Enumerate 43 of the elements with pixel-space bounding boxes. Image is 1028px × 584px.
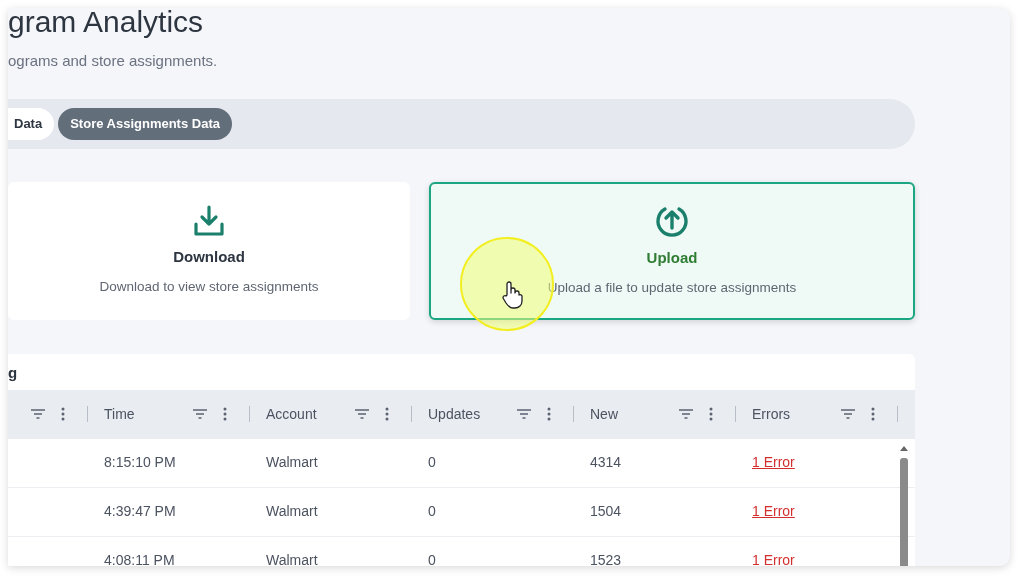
tab[interactable]: Store Assignments Data	[58, 107, 232, 140]
error-link[interactable]: 1 Error	[752, 454, 795, 470]
card-title: Upload	[646, 248, 698, 269]
more-icon[interactable]	[223, 407, 227, 421]
more-icon[interactable]	[871, 407, 875, 421]
card-description: Download to view store assignments	[99, 277, 319, 296]
filter-icon[interactable]	[31, 409, 45, 419]
table-cell: 1504	[590, 503, 622, 519]
filter-icon[interactable]	[841, 409, 855, 419]
hand-cursor-icon	[501, 281, 523, 309]
tab[interactable]: Data	[8, 107, 55, 140]
table-cell: 0	[428, 552, 436, 566]
filter-icon[interactable]	[679, 409, 693, 419]
card-title: Download	[173, 247, 245, 268]
more-icon[interactable]	[547, 407, 551, 421]
table-cell: 1523	[590, 552, 622, 566]
column-header: Errors	[752, 404, 791, 424]
page-subtitle: ograms and store assignments.	[8, 51, 219, 71]
table-cell: 8:15:10 PM	[104, 454, 176, 470]
table-cell: 4:08:11 PM	[104, 552, 175, 566]
table-cell: 4314	[590, 454, 622, 470]
filter-icon[interactable]	[517, 409, 531, 419]
table-cell: 4:39:47 PM	[104, 503, 176, 519]
error-link[interactable]: 1 Error	[752, 552, 795, 566]
table-cell: Walmart	[266, 503, 318, 519]
column-header: New	[590, 404, 618, 424]
column-header: Time	[104, 404, 135, 424]
filter-icon[interactable]	[355, 409, 369, 419]
column-header: Updates	[428, 404, 481, 424]
action-card[interactable]: Download Download to view store assignments	[8, 181, 410, 320]
filter-icon[interactable]	[193, 409, 207, 419]
table-cell: Walmart	[266, 454, 318, 470]
more-icon[interactable]	[385, 407, 389, 421]
table-cell: Walmart	[266, 552, 318, 566]
table-cell: 0	[428, 454, 436, 470]
more-icon[interactable]	[61, 407, 65, 421]
error-link[interactable]: 1 Error	[752, 503, 795, 519]
table-title: g	[8, 362, 19, 383]
column-header: Account	[266, 404, 317, 424]
download-icon	[192, 204, 226, 239]
more-icon[interactable]	[709, 407, 713, 421]
page-title: gram Analytics	[8, 8, 205, 40]
table-cell: 0	[428, 503, 436, 519]
